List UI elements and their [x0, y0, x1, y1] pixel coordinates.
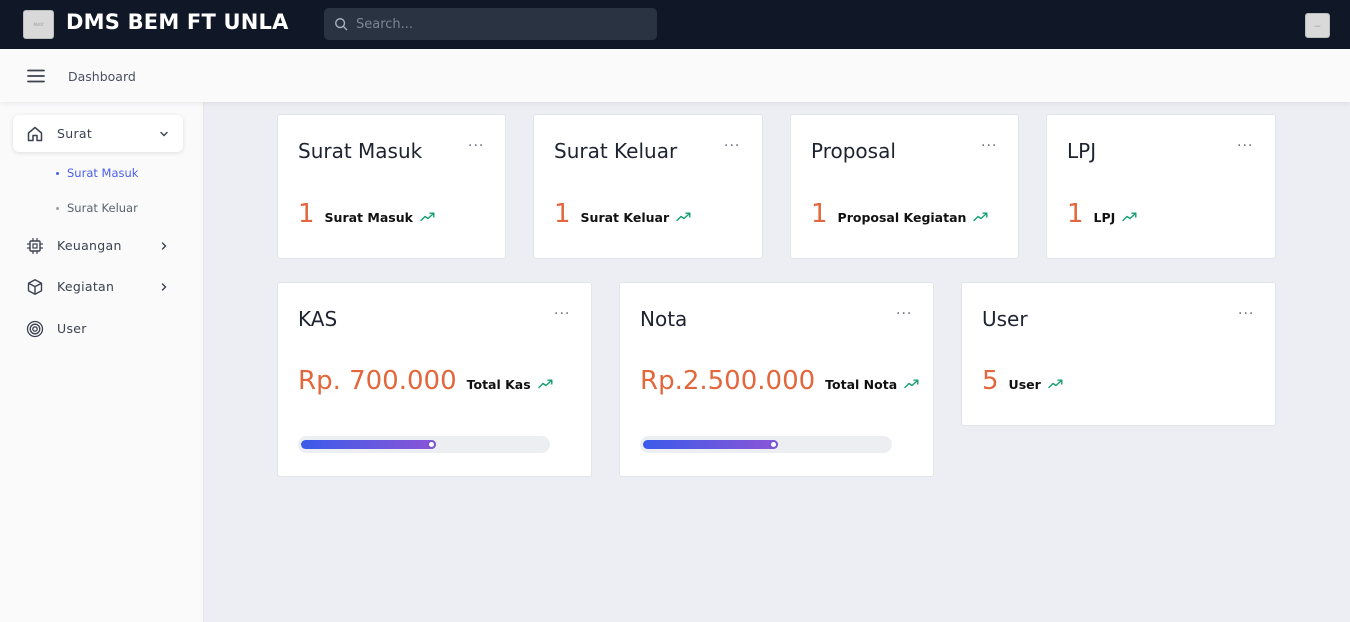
card-title: KAS — [298, 307, 338, 331]
search-icon — [335, 18, 348, 31]
progress-fill — [301, 440, 436, 449]
chevron-right-icon — [161, 282, 167, 291]
progress-bar — [640, 436, 892, 453]
avatar-text: user — [1314, 23, 1321, 28]
search-input[interactable] — [356, 8, 646, 40]
logo-text: Motif — [33, 22, 44, 27]
sidebar: Surat Surat Masuk Surat Keluar Keuangan — [0, 102, 204, 622]
app-title[interactable]: DMS BEM FT UNLA — [66, 10, 289, 34]
more-options-icon[interactable]: ··· — [724, 138, 740, 154]
metric-value: 5 — [982, 366, 999, 396]
chevron-down-icon — [160, 131, 168, 136]
card-title: LPJ — [1067, 139, 1097, 163]
metric-value: Rp. 700.000 — [298, 366, 457, 396]
sidebar-subitem-label: Surat Keluar — [67, 201, 138, 215]
card-metric: 1 Surat Keluar — [554, 199, 691, 229]
card-nota: Nota ··· Rp.2.500.000 Total Nota — [619, 282, 934, 477]
more-options-icon[interactable]: ··· — [554, 306, 570, 322]
trending-up-icon — [973, 212, 988, 222]
card-user: User ··· 5 User — [961, 282, 1276, 426]
sidebar-subitem-surat-keluar[interactable]: Surat Keluar — [56, 201, 138, 215]
card-metric: 5 User — [982, 366, 1063, 396]
card-proposal: Proposal ··· 1 Proposal Kegiatan — [790, 114, 1019, 259]
chevron-right-icon — [161, 241, 167, 250]
top-navbar: Motif DMS BEM FT UNLA user — [0, 0, 1350, 49]
card-kas: KAS ··· Rp. 700.000 Total Kas — [277, 282, 592, 477]
card-surat-masuk: Surat Masuk ··· 1 Surat Masuk — [277, 114, 506, 259]
sidebar-subitem-surat-masuk[interactable]: Surat Masuk — [56, 166, 138, 180]
trending-up-icon — [1122, 212, 1137, 222]
metric-label: Total Kas — [466, 377, 531, 392]
sidebar-item-surat[interactable]: Surat — [13, 115, 183, 152]
card-surat-keluar: Surat Keluar ··· 1 Surat Keluar — [533, 114, 763, 259]
more-options-icon[interactable]: ··· — [1237, 138, 1253, 154]
card-metric: 1 LPJ — [1067, 199, 1137, 229]
breadcrumb[interactable]: Dashboard — [68, 69, 136, 84]
card-title: Surat Keluar — [554, 139, 678, 163]
cube-icon — [27, 278, 43, 295]
sidebar-item-keuangan[interactable]: Keuangan — [13, 227, 183, 264]
progress-bar — [298, 436, 550, 453]
card-title: Proposal — [811, 139, 896, 163]
progress-knob — [427, 440, 436, 449]
trending-up-icon — [904, 379, 919, 389]
metric-value: 1 — [298, 199, 315, 229]
card-metric: 1 Surat Masuk — [298, 199, 435, 229]
card-title: User — [982, 307, 1028, 331]
card-title: Nota — [640, 307, 688, 331]
metric-label: Surat Keluar — [580, 210, 670, 225]
more-options-icon[interactable]: ··· — [896, 306, 912, 322]
card-metric: 1 Proposal Kegiatan — [811, 199, 988, 229]
sidebar-item-label: Keuangan — [57, 238, 122, 253]
sidebar-subitem-label: Surat Masuk — [67, 166, 139, 180]
cpu-chip-icon — [26, 237, 44, 254]
sidebar-item-user[interactable]: User — [13, 310, 183, 347]
card-title: Surat Masuk — [298, 139, 423, 163]
logo[interactable]: Motif — [23, 10, 54, 39]
progress-fill — [643, 440, 778, 449]
metric-label: Total Nota — [825, 377, 898, 392]
avatar[interactable]: user — [1305, 13, 1330, 38]
metric-label: User — [1008, 377, 1041, 392]
metric-label: Proposal Kegiatan — [837, 210, 967, 225]
card-metric: Rp. 700.000 Total Kas — [298, 366, 553, 396]
metric-value: Rp.2.500.000 — [640, 366, 816, 396]
bullet-dot-icon — [56, 206, 59, 210]
trending-up-icon — [420, 212, 435, 222]
card-lpj: LPJ ··· 1 LPJ — [1046, 114, 1276, 259]
more-options-icon[interactable]: ··· — [468, 138, 484, 154]
trending-up-icon — [1048, 379, 1063, 389]
sidebar-item-kegiatan[interactable]: Kegiatan — [13, 268, 183, 305]
metric-label: LPJ — [1093, 210, 1116, 225]
hamburger-menu-icon[interactable] — [27, 69, 45, 83]
sidebar-item-label: Surat — [57, 126, 93, 141]
more-options-icon[interactable]: ··· — [1238, 306, 1254, 322]
sidebar-item-label: User — [57, 321, 87, 336]
trending-up-icon — [676, 212, 691, 222]
home-icon — [27, 126, 43, 141]
metric-value: 1 — [1067, 199, 1084, 229]
metric-value: 1 — [811, 199, 828, 229]
sub-header: Dashboard — [0, 49, 1350, 102]
sidebar-item-label: Kegiatan — [57, 279, 115, 294]
bullet-dot-icon — [56, 171, 59, 175]
metric-value: 1 — [554, 199, 571, 229]
target-icon — [26, 320, 44, 337]
progress-knob — [769, 440, 778, 449]
card-metric: Rp.2.500.000 Total Nota — [640, 366, 919, 396]
more-options-icon[interactable]: ··· — [981, 138, 997, 154]
search-box — [324, 8, 657, 40]
metric-label: Surat Masuk — [324, 210, 413, 225]
trending-up-icon — [537, 379, 553, 389]
